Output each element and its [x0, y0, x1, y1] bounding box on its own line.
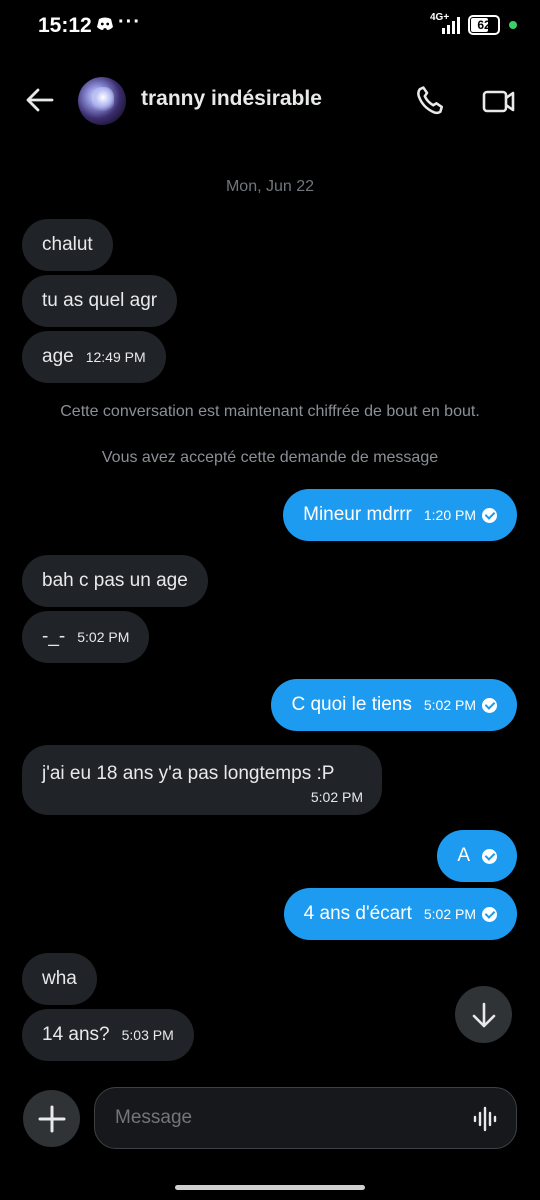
battery-level: 62	[477, 18, 491, 32]
message-bubble-incoming[interactable]: bah c pas un age	[22, 555, 208, 607]
home-indicator[interactable]	[175, 1185, 365, 1190]
message-bubble-incoming[interactable]: wha	[22, 953, 97, 1005]
conversation-header: tranny indésirable	[0, 60, 540, 140]
request-accepted-notice: Vous avez accepté cette demande de messa…	[101, 449, 439, 466]
read-check-icon	[482, 906, 497, 922]
message-text: Mineur mdrrr	[303, 504, 412, 525]
contact-avatar[interactable]	[78, 77, 126, 125]
voice-message-button[interactable]	[472, 1106, 498, 1132]
add-attachment-button[interactable]	[23, 1090, 80, 1147]
message-input[interactable]	[115, 1088, 455, 1148]
voice-wave-icon	[473, 1106, 497, 1132]
message-text: j'ai eu 18 ans y'a pas longtemps :P	[42, 763, 335, 784]
privacy-indicator-dot	[509, 21, 517, 29]
message-text: A	[457, 845, 470, 866]
status-bar: 15:12 ··· 4G+ 62	[0, 0, 540, 52]
discord-icon	[96, 17, 114, 36]
phone-icon	[417, 86, 444, 115]
read-check-icon	[482, 848, 497, 864]
message-bubble-incoming[interactable]: -_- 5:02 PM	[22, 611, 150, 663]
message-bubble-incoming[interactable]: j'ai eu 18 ans y'a pas longtemps :P 5:02…	[22, 745, 382, 815]
message-text: chalut	[42, 234, 93, 255]
back-button[interactable]	[22, 84, 58, 116]
message-text: bah c pas un age	[42, 570, 188, 591]
message-text: C quoi le tiens	[291, 694, 412, 715]
message-timestamp: 1:20 PM	[423, 507, 476, 523]
message-timestamp: 5:02 PM	[310, 789, 363, 805]
video-icon	[482, 90, 515, 113]
message-bubble-outgoing[interactable]: 4 ans d'écart 5:02 PM	[283, 888, 517, 940]
more-notifications-icon: ···	[118, 11, 141, 33]
message-text: 4 ans d'écart	[303, 903, 412, 924]
message-timestamp: 5:02 PM	[423, 697, 476, 713]
arrow-left-icon	[26, 88, 54, 112]
message-bubble-incoming[interactable]: age 12:49 PM	[22, 331, 166, 383]
encryption-notice: Cette conversation est maintenant chiffr…	[60, 403, 480, 420]
battery-icon: 62	[468, 15, 500, 35]
message-text: wha	[42, 968, 77, 989]
message-bubble-incoming[interactable]: 14 ans? 5:03 PM	[22, 1009, 194, 1061]
plus-icon	[38, 1105, 65, 1132]
message-bubble-incoming[interactable]: tu as quel agr	[22, 275, 178, 327]
message-bubble-outgoing[interactable]: A	[437, 830, 517, 882]
message-bubble-outgoing[interactable]: Mineur mdrrr 1:20 PM	[283, 489, 517, 541]
scroll-to-bottom-button[interactable]	[455, 986, 512, 1043]
message-text: tu as quel agr	[42, 290, 158, 311]
message-bubble-outgoing[interactable]: C quoi le tiens 5:02 PM	[271, 679, 517, 731]
arrow-down-icon	[472, 1002, 495, 1027]
message-timestamp: 12:49 PM	[85, 349, 146, 365]
read-check-icon	[482, 507, 497, 523]
message-timestamp: 5:03 PM	[121, 1027, 174, 1043]
message-timestamp: 5:02 PM	[423, 906, 476, 922]
status-time: 15:12	[38, 14, 92, 37]
message-timestamp: 5:02 PM	[77, 629, 130, 645]
message-text: 14 ans?	[42, 1024, 110, 1045]
message-text: -_-	[42, 626, 66, 647]
signal-icon	[442, 16, 464, 39]
message-bubble-incoming[interactable]: chalut	[22, 219, 113, 271]
read-check-icon	[482, 697, 497, 713]
date-separator: Mon, Jun 22	[225, 178, 315, 195]
message-composer	[94, 1087, 517, 1149]
contact-name[interactable]: tranny indésirable	[141, 87, 322, 111]
call-button[interactable]	[414, 84, 450, 120]
video-call-button[interactable]	[482, 86, 518, 118]
message-text: age	[42, 346, 74, 367]
